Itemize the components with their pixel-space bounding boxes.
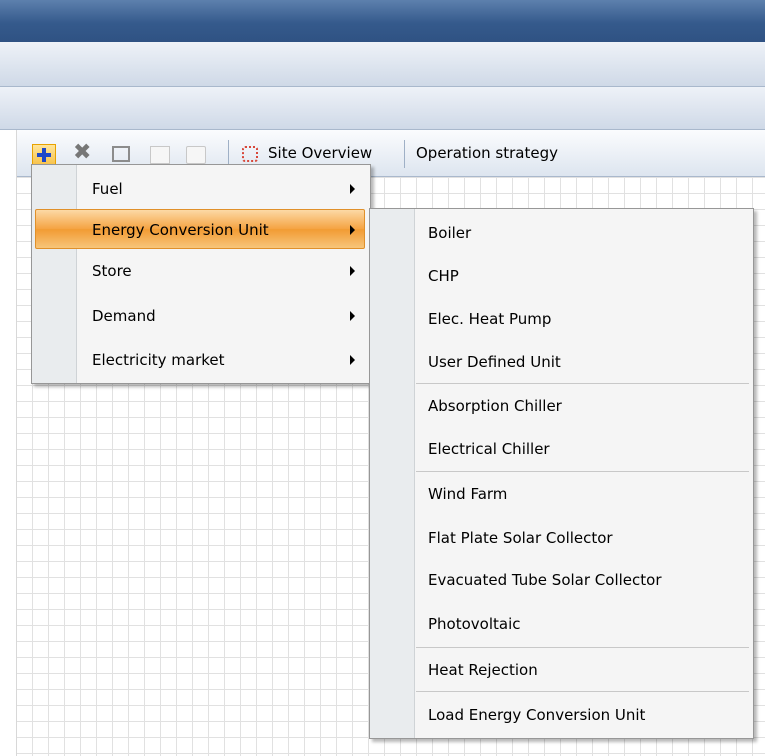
menu-item-boiler[interactable]: Boiler [372, 213, 749, 253]
operation-strategy-button[interactable]: Operation strategy [416, 144, 558, 162]
menu-item-heat-rejection[interactable]: Heat Rejection [372, 650, 749, 690]
add-menu: Fuel Energy Conversion Unit Store Demand… [31, 164, 371, 384]
menu-item-label: Electrical Chiller [428, 440, 550, 458]
menu-item-label: Evacuated Tube Solar Collector [428, 571, 662, 589]
submenu-arrow-icon [350, 311, 355, 321]
menu-item-flat-plate-solar-collector[interactable]: Flat Plate Solar Collector [372, 518, 749, 558]
site-overview-icon[interactable] [242, 146, 258, 162]
menu-item-chp[interactable]: CHP [372, 256, 749, 296]
toolbar-separator [404, 140, 405, 168]
menu-separator [416, 471, 749, 472]
menu-item-wind-farm[interactable]: Wind Farm [372, 474, 749, 514]
menu-item-evacuated-tube-solar-collector[interactable]: Evacuated Tube Solar Collector [372, 560, 749, 600]
submenu-arrow-icon [350, 225, 355, 235]
menu-item-label: Store [92, 262, 132, 280]
left-panel-edge [0, 130, 17, 756]
menu-item-demand[interactable]: Demand [34, 296, 366, 336]
menu-item-label: Load Energy Conversion Unit [428, 706, 646, 724]
menu-item-photovoltaic[interactable]: Photovoltaic [372, 604, 749, 644]
menu-separator [416, 647, 749, 648]
menu-item-label: CHP [428, 267, 459, 285]
menu-item-fuel[interactable]: Fuel [34, 169, 366, 209]
menu-item-label: Electricity market [92, 351, 225, 369]
menu-item-user-defined-unit[interactable]: User Defined Unit [372, 342, 749, 382]
menu-item-label: Heat Rejection [428, 661, 538, 679]
save-icon[interactable] [112, 146, 130, 162]
menu-item-label: User Defined Unit [428, 353, 561, 371]
menu-item-load-energy-conversion-unit[interactable]: Load Energy Conversion Unit [372, 695, 749, 735]
menu-item-label: Absorption Chiller [428, 397, 562, 415]
window-title-bar [0, 0, 765, 42]
menu-item-label: Energy Conversion Unit [92, 221, 269, 239]
menu-item-label: Photovoltaic [428, 615, 521, 633]
menu-separator [416, 691, 749, 692]
menu-item-label: Demand [92, 307, 156, 325]
submenu-arrow-icon [350, 266, 355, 276]
energy-conversion-submenu: Boiler CHP Elec. Heat Pump User Defined … [369, 208, 754, 739]
ribbon-bar [0, 42, 765, 87]
menu-separator [416, 383, 749, 384]
submenu-arrow-icon [350, 355, 355, 365]
menu-item-energy-conversion-unit[interactable]: Energy Conversion Unit [35, 209, 365, 249]
menu-item-label: Elec. Heat Pump [428, 310, 552, 328]
menu-item-electricity-market[interactable]: Electricity market [34, 340, 366, 380]
add-icon[interactable] [32, 144, 56, 166]
menu-bar [0, 87, 765, 130]
site-overview-button[interactable]: Site Overview [268, 144, 372, 162]
menu-item-elec-heat-pump[interactable]: Elec. Heat Pump [372, 299, 749, 339]
submenu-arrow-icon [350, 184, 355, 194]
menu-item-absorption-chiller[interactable]: Absorption Chiller [372, 386, 749, 426]
menu-item-label: Wind Farm [428, 485, 508, 503]
paste-icon[interactable] [186, 146, 206, 164]
menu-item-label: Boiler [428, 224, 472, 242]
menu-item-electrical-chiller[interactable]: Electrical Chiller [372, 429, 749, 469]
copy-icon[interactable] [150, 146, 170, 164]
delete-icon[interactable]: ✖ [73, 142, 91, 164]
menu-item-store[interactable]: Store [34, 251, 366, 291]
menu-item-label: Fuel [92, 180, 123, 198]
menu-item-label: Flat Plate Solar Collector [428, 529, 613, 547]
